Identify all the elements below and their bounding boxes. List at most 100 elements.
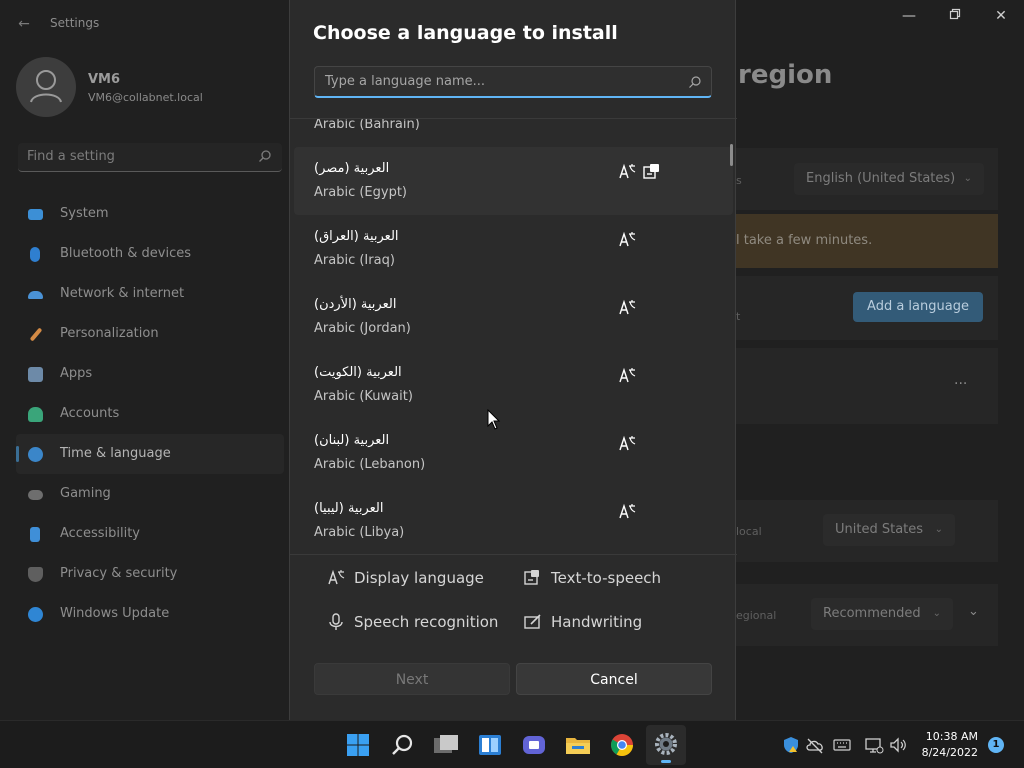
chrome-button[interactable] (602, 725, 642, 765)
display-language-badge (618, 163, 636, 181)
sidebar-item-gaming[interactable]: Gaming (16, 474, 284, 514)
sidebar-item-personalization[interactable]: Personalization (16, 314, 284, 354)
wifi-icon (28, 291, 43, 299)
display-language-icon (619, 231, 636, 247)
app-title: Settings (50, 16, 100, 30)
display-language-badge (618, 299, 636, 317)
language-search-input[interactable]: Type a language name... (314, 66, 712, 98)
display-language-icon (619, 435, 636, 451)
network-icon[interactable] (864, 735, 884, 755)
page-title-partial: region (738, 60, 833, 90)
sidebar-item-accounts[interactable]: Accounts (16, 394, 284, 434)
monitor-icon (28, 209, 43, 220)
teams-chat-button[interactable] (514, 725, 554, 765)
active-app-indicator (661, 760, 671, 763)
language-native-name: العربية (مصر) (314, 161, 390, 176)
person-avatar-icon (30, 70, 62, 103)
add-language-button[interactable]: Add a language (853, 292, 983, 322)
sidebar-item-privacy[interactable]: Privacy & security (16, 554, 284, 594)
regional-format-dropdown[interactable]: Recommended ⌄ (811, 598, 953, 630)
language-native-name: العربية (لبنان) (314, 433, 390, 448)
display-language-badge (618, 367, 636, 385)
sidebar-item-network[interactable]: Network & internet (16, 274, 284, 314)
country-dropdown[interactable]: United States ⌄ (823, 514, 955, 546)
notice-text-partial: l take a few minutes. (736, 233, 873, 248)
keyboard-icon[interactable] (832, 735, 852, 755)
microphone-icon (329, 613, 343, 630)
notification-badge[interactable]: 1 (988, 737, 1004, 753)
sidebar-item-windows-update[interactable]: Windows Update (16, 594, 284, 634)
expand-chevron-icon[interactable]: ⌄ (968, 604, 979, 619)
brush-icon (29, 327, 43, 342)
settings-taskbar-button[interactable] (646, 725, 686, 765)
shield-icon (28, 567, 43, 582)
display-language-icon (619, 503, 636, 519)
search-icon (259, 150, 271, 162)
language-english-name: Arabic (Kuwait) (314, 389, 413, 404)
display-language-dropdown[interactable]: English (United States) ⌄ (794, 163, 984, 195)
bluetooth-icon (30, 247, 40, 262)
start-button[interactable] (338, 725, 378, 765)
avatar[interactable] (16, 57, 76, 117)
widgets-button[interactable] (470, 725, 510, 765)
volume-icon[interactable] (888, 735, 908, 755)
list-item[interactable]: العربية (الأردن) Arabic (Jordan) (294, 283, 733, 351)
display-language-badge (618, 503, 636, 521)
list-item[interactable]: العربية (ليبيا) Arabic (Libya) (294, 487, 733, 554)
language-search-placeholder: Type a language name... (325, 74, 486, 89)
settings-nav: System Bluetooth & devices Network & int… (16, 194, 284, 634)
find-setting-input[interactable]: Find a setting (18, 143, 282, 172)
person-icon (28, 407, 43, 422)
update-icon (28, 607, 43, 622)
language-list[interactable]: Arabic (Bahrain) العربية (مصر) Arabic (Egy… (290, 119, 737, 554)
language-english-name: Arabic (Jordan) (314, 321, 411, 336)
sidebar-item-system[interactable]: System (16, 194, 284, 234)
language-english-name: Arabic (Bahrain) (314, 119, 420, 132)
list-scrollbar[interactable] (730, 144, 733, 166)
list-item[interactable]: العربية (مصر) Arabic (Egypt) (294, 147, 733, 215)
chevron-down-icon: ⌄ (932, 608, 941, 619)
taskbar-search-button[interactable] (382, 725, 422, 765)
file-explorer-button[interactable] (558, 725, 598, 765)
find-setting-placeholder: Find a setting (27, 149, 115, 164)
cancel-button[interactable]: Cancel (516, 663, 712, 695)
onedrive-cloud-icon[interactable] (805, 735, 825, 755)
task-view-button[interactable] (426, 725, 466, 765)
taskbar: 10:38 AM 8/24/2022 1 (0, 720, 1024, 768)
language-native-name: العربية (ليبيا) (314, 501, 384, 516)
display-language-icon (619, 367, 636, 383)
display-language-icon (619, 163, 636, 179)
language-english-name: Arabic (Egypt) (314, 185, 407, 200)
next-button[interactable]: Next (314, 663, 510, 695)
start-icon (347, 734, 369, 756)
globe-clock-icon (28, 447, 43, 462)
list-bottom-divider (290, 554, 737, 555)
sidebar-item-accessibility[interactable]: Accessibility (16, 514, 284, 554)
display-language-badge (618, 231, 636, 249)
handwriting-icon (524, 614, 541, 629)
list-item[interactable]: العربية (العراق) Arabic (Iraq) (294, 215, 733, 283)
chevron-down-icon: ⌄ (963, 173, 972, 184)
sidebar-item-bluetooth[interactable]: Bluetooth & devices (16, 234, 284, 274)
sidebar-item-time-language[interactable]: Time & language (16, 434, 284, 474)
clock-date[interactable]: 8/24/2022 (914, 746, 978, 759)
language-english-name: Arabic (Iraq) (314, 253, 395, 268)
minimize-button[interactable]: — (894, 8, 924, 28)
user-email: VM6@collabnet.local (88, 91, 203, 104)
clock-time[interactable]: 10:38 AM (924, 730, 978, 743)
close-button[interactable]: ✕ (986, 8, 1016, 28)
list-item[interactable]: العربية (لبنان) Arabic (Lebanon) (294, 419, 733, 487)
sidebar-item-apps[interactable]: Apps (16, 354, 284, 394)
language-native-name: العربية (العراق) (314, 229, 399, 244)
defender-shield-icon[interactable] (781, 735, 801, 755)
gamepad-icon (28, 490, 43, 500)
language-native-name: العربية (الكويت) (314, 365, 402, 380)
back-arrow-icon[interactable]: ← (14, 14, 34, 34)
more-options-button[interactable]: ··· (954, 376, 967, 392)
search-icon (392, 734, 413, 755)
maximize-button[interactable] (940, 8, 970, 28)
list-item[interactable]: العربية (الكويت) Arabic (Kuwait) (294, 351, 733, 419)
language-english-name: Arabic (Libya) (314, 525, 405, 540)
display-language-badge (618, 435, 636, 453)
list-item[interactable]: Arabic (Bahrain) (294, 119, 733, 147)
